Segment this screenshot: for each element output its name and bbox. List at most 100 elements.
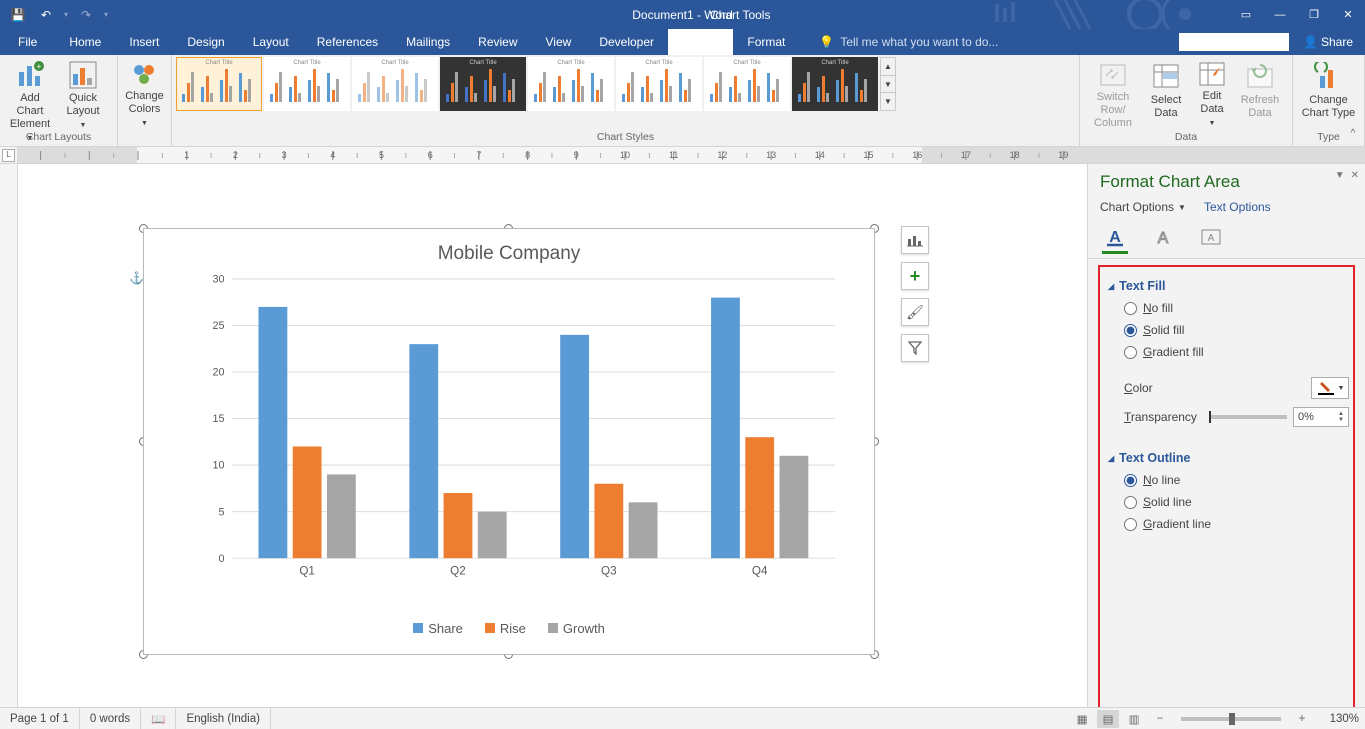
titlebar-decoration	[935, 0, 1195, 29]
edit-data-button[interactable]: Edit Data▼	[1190, 57, 1234, 130]
text-fill-outline-tab[interactable]: A	[1100, 224, 1130, 250]
chart-legend[interactable]: Share Rise Growth	[144, 621, 874, 636]
chart-style-thumb[interactable]: Chart Title	[440, 57, 526, 111]
zoom-in-button[interactable]: +	[1291, 710, 1313, 728]
chart-side-buttons: + 🖌	[901, 226, 929, 362]
radio-gradient-fill[interactable]: Gradient fill	[1104, 341, 1349, 363]
title-search-box[interactable]	[1179, 33, 1289, 51]
vertical-ruler[interactable]	[0, 164, 18, 707]
change-chart-type-button[interactable]: Change Chart Type	[1297, 57, 1360, 130]
view-web-layout[interactable]: ▥	[1123, 710, 1145, 728]
group-chart-layouts: + Add Chart Element▼ Quick Layout▼ Chart…	[0, 55, 118, 146]
chart-style-thumb[interactable]: Chart Title	[352, 57, 438, 111]
svg-text:9: 9	[574, 150, 579, 160]
svg-text:Q1: Q1	[299, 564, 315, 577]
zoom-out-button[interactable]: −	[1149, 710, 1171, 728]
tab-layout[interactable]: Layout	[239, 29, 303, 55]
window-controls: ▭ — ❐ ✕	[1231, 0, 1363, 29]
add-chart-element-button[interactable]: + Add Chart Element▼	[4, 57, 56, 130]
status-words[interactable]: 0 words	[80, 708, 141, 729]
svg-text:3: 3	[282, 150, 287, 160]
status-proofing[interactable]: 📖	[141, 708, 176, 729]
radio-no-line[interactable]: No line	[1104, 469, 1349, 491]
view-read-mode[interactable]: ▦	[1071, 710, 1093, 728]
plot-area[interactable]: 051015202530Q1Q2Q3Q4	[184, 279, 854, 578]
status-page[interactable]: Page 1 of 1	[0, 708, 80, 729]
tab-references[interactable]: References	[303, 29, 392, 55]
svg-text:+: +	[37, 62, 42, 71]
chart-color-button[interactable]: 🖌	[901, 298, 929, 326]
gallery-up-button[interactable]: ▲	[881, 58, 895, 76]
svg-text:A: A	[1158, 230, 1169, 247]
radio-gradient-line[interactable]: Gradient line	[1104, 513, 1349, 535]
collapse-ribbon-button[interactable]: ^	[1345, 128, 1361, 144]
horizontal-ruler[interactable]: L 12345678910111213141516171819	[0, 147, 1365, 164]
transparency-slider[interactable]	[1209, 415, 1288, 419]
tab-review[interactable]: Review	[464, 29, 531, 55]
chart-style-thumb[interactable]: Chart Title	[704, 57, 790, 111]
undo-button[interactable]: ↶	[34, 3, 58, 27]
layout-options-icon[interactable]: ⚓	[129, 271, 144, 285]
status-language[interactable]: English (India)	[176, 708, 271, 729]
pane-close-button[interactable]: ✕	[1351, 170, 1359, 181]
chart-style-thumb[interactable]: Chart Title	[616, 57, 702, 111]
switch-row-column-button[interactable]: Switch Row/ Column	[1084, 57, 1142, 130]
zoom-level[interactable]: 130%	[1317, 713, 1359, 725]
tab-chart-design[interactable]: Design	[668, 29, 733, 55]
radio-no-fill[interactable]: No fill	[1104, 297, 1349, 319]
text-fill-section[interactable]: Text Fill	[1104, 273, 1349, 297]
pane-options-button[interactable]: ▼	[1335, 170, 1345, 181]
legend-item[interactable]: Share	[413, 621, 463, 636]
text-fill-color-picker[interactable]: ▼	[1311, 377, 1349, 399]
radio-solid-line[interactable]: Solid line	[1104, 491, 1349, 513]
chart-styles-button[interactable]: +	[901, 262, 929, 290]
chart-title[interactable]: Mobile Company	[144, 243, 874, 265]
text-options-link[interactable]: Text Options	[1204, 200, 1271, 214]
text-effects-tab[interactable]: A	[1148, 224, 1178, 250]
chart-filter-button[interactable]	[901, 334, 929, 362]
minimize-button[interactable]: —	[1265, 3, 1295, 27]
legend-item[interactable]: Growth	[548, 621, 605, 636]
legend-item[interactable]: Rise	[485, 621, 526, 636]
ribbon-display-options[interactable]: ▭	[1231, 3, 1261, 27]
svg-text:15: 15	[212, 413, 224, 425]
select-data-button[interactable]: Select Data	[1144, 57, 1188, 130]
gallery-down-button[interactable]: ▼	[881, 76, 895, 94]
transparency-label: Transparency	[1124, 410, 1203, 424]
redo-button[interactable]: ↷	[74, 3, 98, 27]
tab-developer[interactable]: Developer	[585, 29, 668, 55]
tab-design[interactable]: Design	[173, 29, 238, 55]
text-outline-section[interactable]: Text Outline	[1104, 445, 1349, 469]
tab-chart-format[interactable]: Format	[733, 29, 799, 55]
document-viewport[interactable]: ⚓ Mobile Company 051015202530Q1Q2Q3Q4 Sh…	[18, 164, 1087, 707]
chart-style-thumb[interactable]: Chart Title	[176, 57, 262, 111]
tab-file[interactable]: File	[0, 29, 55, 55]
tab-mailings[interactable]: Mailings	[392, 29, 464, 55]
view-print-layout[interactable]: ▤	[1097, 710, 1119, 728]
svg-text:13: 13	[766, 150, 776, 160]
zoom-slider[interactable]	[1181, 717, 1281, 721]
chart-elements-button[interactable]	[901, 226, 929, 254]
chart-style-thumb[interactable]: Chart Title	[264, 57, 350, 111]
tab-view[interactable]: View	[532, 29, 586, 55]
group-label-chart-styles: Chart Styles	[172, 131, 1079, 146]
share-button[interactable]: 👤 Share	[1297, 35, 1359, 49]
chart-options-dropdown[interactable]: Chart Options ▼	[1100, 200, 1186, 214]
save-button[interactable]: 💾	[6, 3, 30, 27]
svg-text:11: 11	[669, 150, 678, 160]
change-colors-button[interactable]: Change Colors▼	[122, 57, 167, 130]
tab-home[interactable]: Home	[55, 29, 115, 55]
refresh-data-button[interactable]: Refresh Data	[1236, 57, 1284, 130]
chart-object[interactable]: ⚓ Mobile Company 051015202530Q1Q2Q3Q4 Sh…	[129, 214, 889, 669]
textbox-tab[interactable]: A	[1196, 224, 1226, 250]
tell-me-search[interactable]: 💡 Tell me what you want to do...	[819, 29, 998, 55]
transparency-spinner[interactable]: 0%▲▼	[1293, 407, 1349, 427]
tab-insert[interactable]: Insert	[115, 29, 173, 55]
restore-button[interactable]: ❐	[1299, 3, 1329, 27]
chart-style-thumb[interactable]: Chart Title	[792, 57, 878, 111]
close-button[interactable]: ✕	[1333, 3, 1363, 27]
radio-solid-fill[interactable]: Solid fill	[1104, 319, 1349, 341]
quick-layout-button[interactable]: Quick Layout▼	[58, 57, 108, 130]
gallery-more-button[interactable]: ▼	[881, 93, 895, 110]
chart-style-thumb[interactable]: Chart Title	[528, 57, 614, 111]
